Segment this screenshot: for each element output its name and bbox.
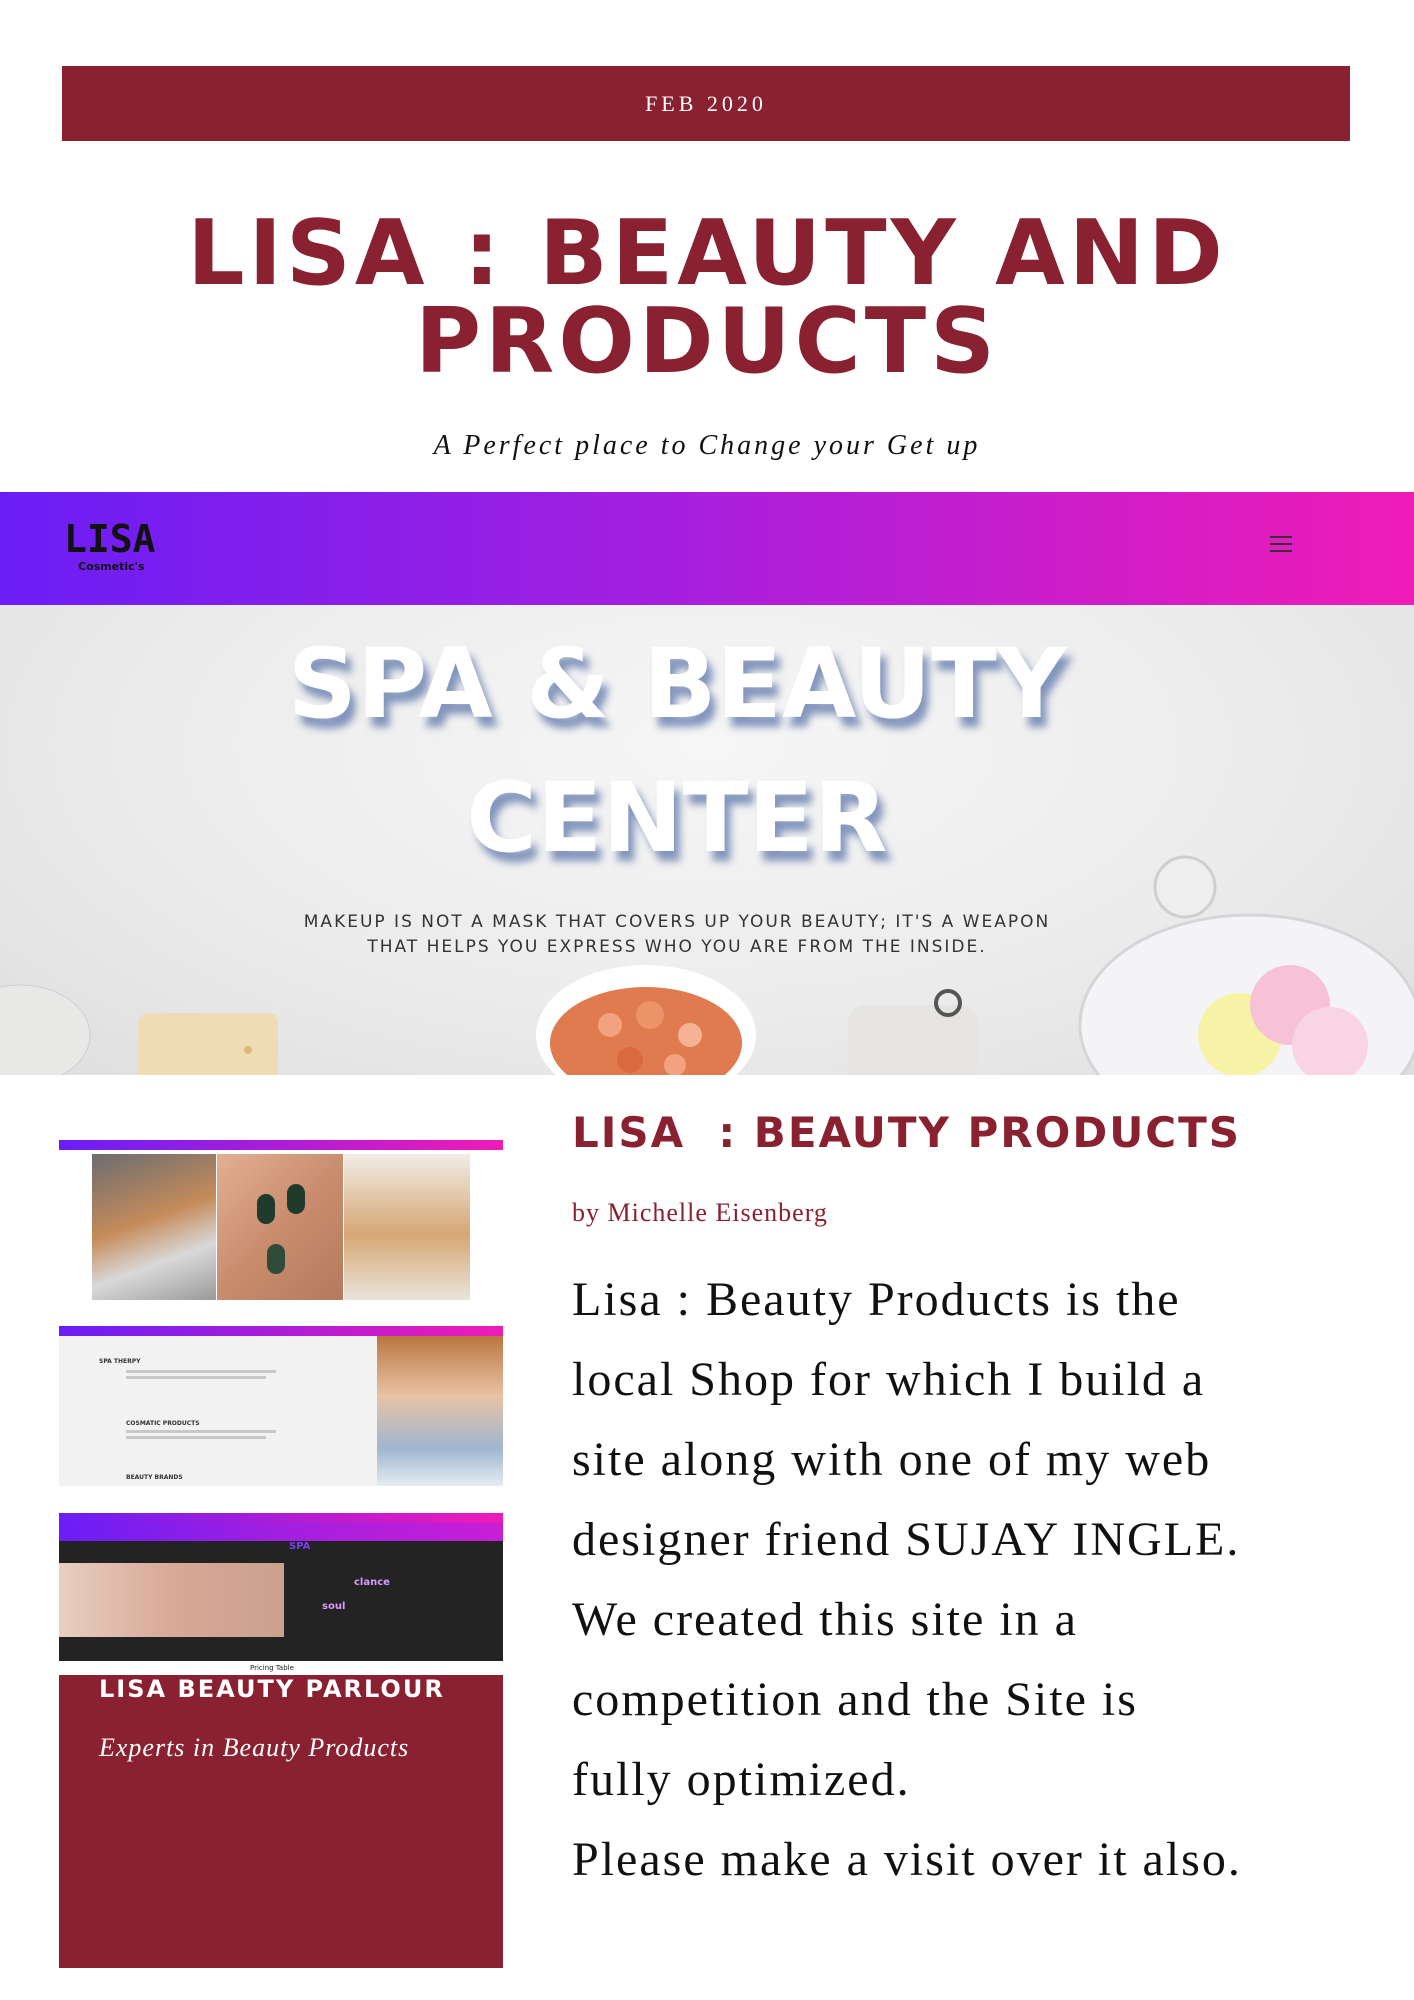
hero-headline-line1: SPA & BEAUTY xyxy=(287,628,1067,740)
gradient-strip xyxy=(59,1326,503,1336)
gradient-strip xyxy=(59,1140,503,1150)
article-line: Please make a visit over it also. xyxy=(572,1833,1242,1886)
photo-nails xyxy=(217,1154,343,1300)
promo-text-clance: clance xyxy=(354,1577,390,1588)
article-line: designer friend SUJAY INGLE. xyxy=(572,1513,1241,1566)
thumbnail-services: SPA THERPY COSMATIC PRODUCTS BEAUTY BRAN… xyxy=(59,1326,503,1486)
gradient-strip xyxy=(59,1513,503,1523)
hero-headline: SPA & BEAUTY CENTER xyxy=(0,617,1354,885)
date-banner: FEB 2020 xyxy=(62,66,1350,141)
service-item-brands: BEAUTY BRANDS xyxy=(126,1474,183,1481)
hero-quote-line2: THAT HELPS YOU EXPRESS WHO YOU ARE FROM … xyxy=(367,937,987,957)
pricing-table-caption: Pricing Table xyxy=(250,1664,294,1672)
photo-skin-model xyxy=(59,1563,284,1637)
article-line: We created this site in a xyxy=(572,1593,1078,1646)
issue-date: FEB 2020 xyxy=(645,90,767,116)
site-logo[interactable]: LISA xyxy=(64,520,156,558)
hero-screenshot: LISA Cosmetic's SPA & BEAUTY CENTER MAKE… xyxy=(0,492,1414,1075)
thumbnail-promo: SPA clance soul xyxy=(59,1513,503,1661)
article-line: site along with one of my web xyxy=(572,1433,1212,1486)
photo-hair-salon xyxy=(344,1154,470,1300)
hero-quote: MAKEUP IS NOT A MASK THAT COVERS UP YOUR… xyxy=(0,910,1354,960)
article-byline: by Michelle Eisenberg xyxy=(572,1198,828,1227)
hero-headline-line2: CENTER xyxy=(466,762,888,874)
promo-text-spa: SPA xyxy=(289,1541,311,1552)
parlour-card: LISA BEAUTY PARLOUR Experts in Beauty Pr… xyxy=(59,1675,503,1968)
article-title: LISA : BEAUTY PRODUCTS xyxy=(572,1108,1242,1157)
page-title-line2: PRODUCTS xyxy=(415,289,999,394)
photo-face-mask xyxy=(92,1154,216,1300)
site-logo-sub: Cosmetic's xyxy=(78,560,145,573)
article-line: fully optimized. xyxy=(572,1753,911,1806)
promo-text-soul: soul xyxy=(322,1601,346,1612)
article-body: Lisa : Beauty Products is the local Shop… xyxy=(572,1260,1332,1900)
tagline: A Perfect place to Change your Get up xyxy=(433,430,981,461)
article-line: local Shop for which I build a xyxy=(572,1353,1206,1406)
service-item-cosmetics: COSMATIC PRODUCTS xyxy=(126,1420,200,1427)
photo-model-woman xyxy=(377,1336,503,1486)
parlour-card-title: LISA BEAUTY PARLOUR xyxy=(99,1675,445,1703)
hero-quote-line1: MAKEUP IS NOT A MASK THAT COVERS UP YOUR… xyxy=(303,912,1051,932)
article-line: Lisa : Beauty Products is the xyxy=(572,1273,1181,1326)
thumbnail-gallery-photos xyxy=(59,1140,503,1300)
parlour-card-subtitle: Experts in Beauty Products xyxy=(99,1733,410,1762)
hamburger-menu-icon[interactable] xyxy=(1270,536,1292,558)
article-line: competition and the Site is xyxy=(572,1673,1138,1726)
page-title: LISA : BEAUTY AND PRODUCTS xyxy=(0,209,1414,387)
site-navbar: LISA Cosmetic's xyxy=(0,492,1414,605)
service-item-spa: SPA THERPY xyxy=(99,1358,141,1365)
